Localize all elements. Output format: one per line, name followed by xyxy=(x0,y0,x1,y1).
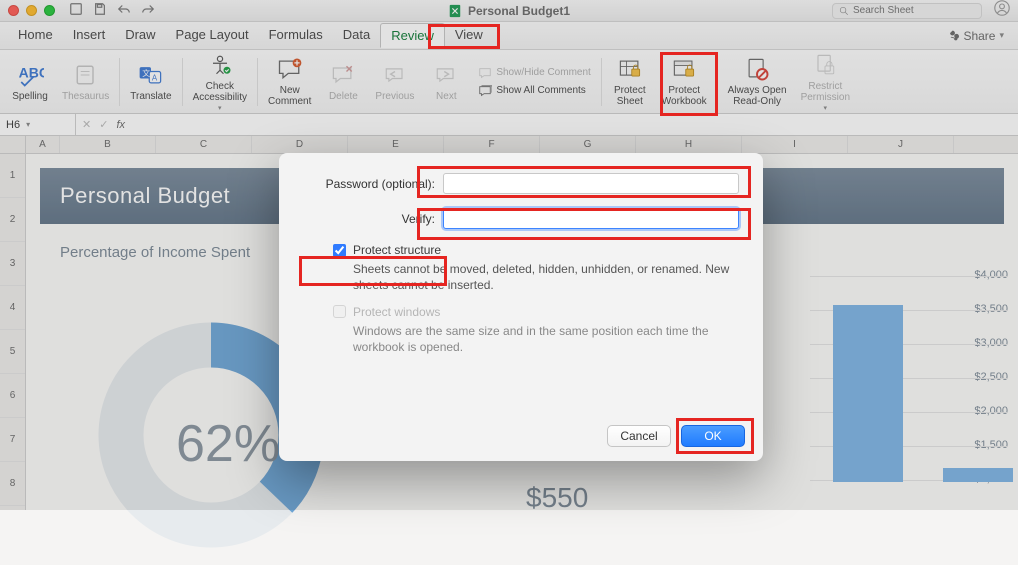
protect-windows-desc: Windows are the same size and in the sam… xyxy=(353,323,733,355)
protect-windows-checkbox xyxy=(333,305,346,318)
protect-structure-row[interactable]: Protect structure xyxy=(333,243,739,257)
protect-windows-row: Protect windows xyxy=(333,305,739,319)
verify-input[interactable] xyxy=(443,208,739,229)
verify-label: Verify: xyxy=(303,212,435,226)
protect-structure-label: Protect structure xyxy=(353,243,441,257)
cancel-button[interactable]: Cancel xyxy=(607,425,671,447)
protect-structure-desc: Sheets cannot be moved, deleted, hidden,… xyxy=(353,261,733,293)
ok-button[interactable]: OK xyxy=(681,425,745,447)
password-label: Password (optional): xyxy=(303,177,435,191)
protect-workbook-dialog: Password (optional): Verify: Protect str… xyxy=(279,153,763,461)
password-input[interactable] xyxy=(443,173,739,194)
protect-windows-label: Protect windows xyxy=(353,305,440,319)
protect-structure-checkbox[interactable] xyxy=(333,244,346,257)
